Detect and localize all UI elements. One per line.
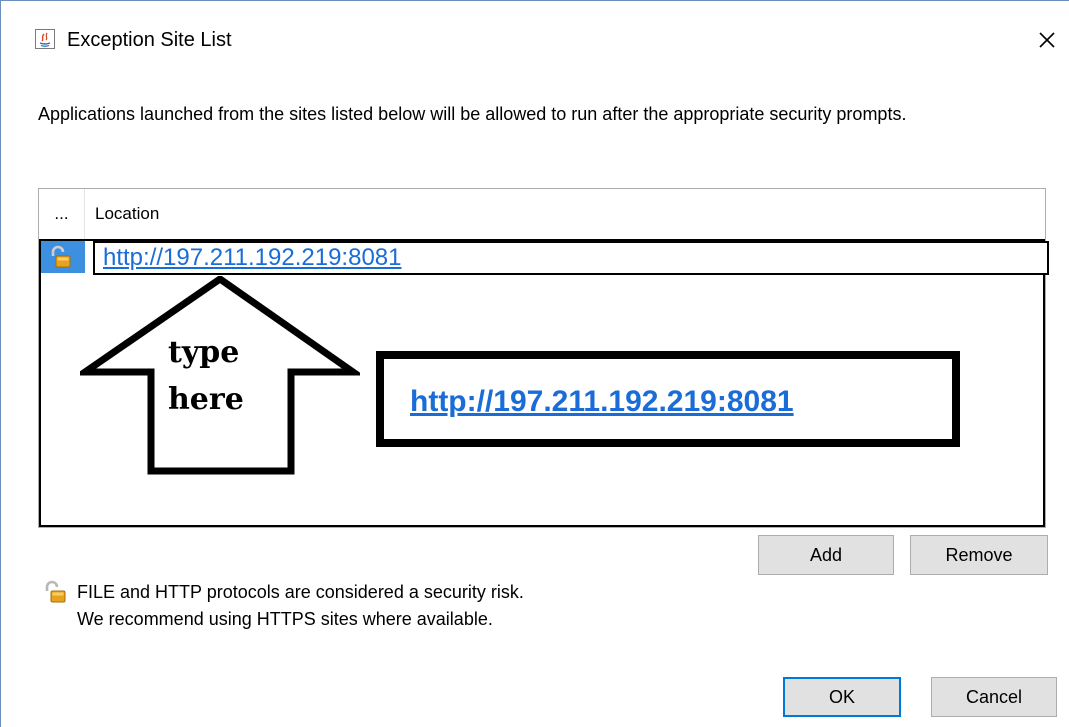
exception-site-list-dialog: Exception Site List Applications launche… (0, 0, 1069, 727)
window-left-edge (0, 0, 1, 727)
cancel-button[interactable]: Cancel (931, 677, 1057, 717)
column-header-location[interactable]: Location (95, 189, 159, 239)
add-button[interactable]: Add (758, 535, 894, 575)
unlocked-padlock-icon (51, 245, 71, 268)
url-annotation-box: http://197.211.192.219:8081 (376, 351, 960, 447)
arrow-label-line1: type (168, 335, 240, 370)
table-header: ... Location (39, 189, 1045, 240)
java-icon (35, 29, 55, 49)
unlocked-padlock-icon (45, 580, 66, 603)
title-bar: Exception Site List (0, 0, 1069, 74)
annotation-url: http://197.211.192.219:8081 (410, 385, 794, 418)
remove-button[interactable]: Remove (910, 535, 1048, 575)
column-header-status[interactable]: ... (39, 189, 85, 239)
location-value[interactable]: http://197.211.192.219:8081 (103, 243, 402, 273)
row-status-cell[interactable] (41, 241, 85, 273)
arrow-label-line2: here (168, 382, 244, 417)
security-warning-line2: We recommend using HTTPS sites where ava… (77, 609, 493, 629)
table-row[interactable]: http://197.211.192.219:8081 (41, 241, 1049, 275)
location-field[interactable]: http://197.211.192.219:8081 (93, 241, 1049, 275)
close-icon[interactable] (1032, 25, 1062, 55)
dialog-description: Applications launched from the sites lis… (38, 104, 907, 124)
window-title: Exception Site List (67, 29, 232, 51)
ok-button[interactable]: OK (783, 677, 901, 717)
up-arrow-annotation (80, 276, 360, 475)
security-warning-line1: FILE and HTTP protocols are considered a… (77, 582, 524, 602)
